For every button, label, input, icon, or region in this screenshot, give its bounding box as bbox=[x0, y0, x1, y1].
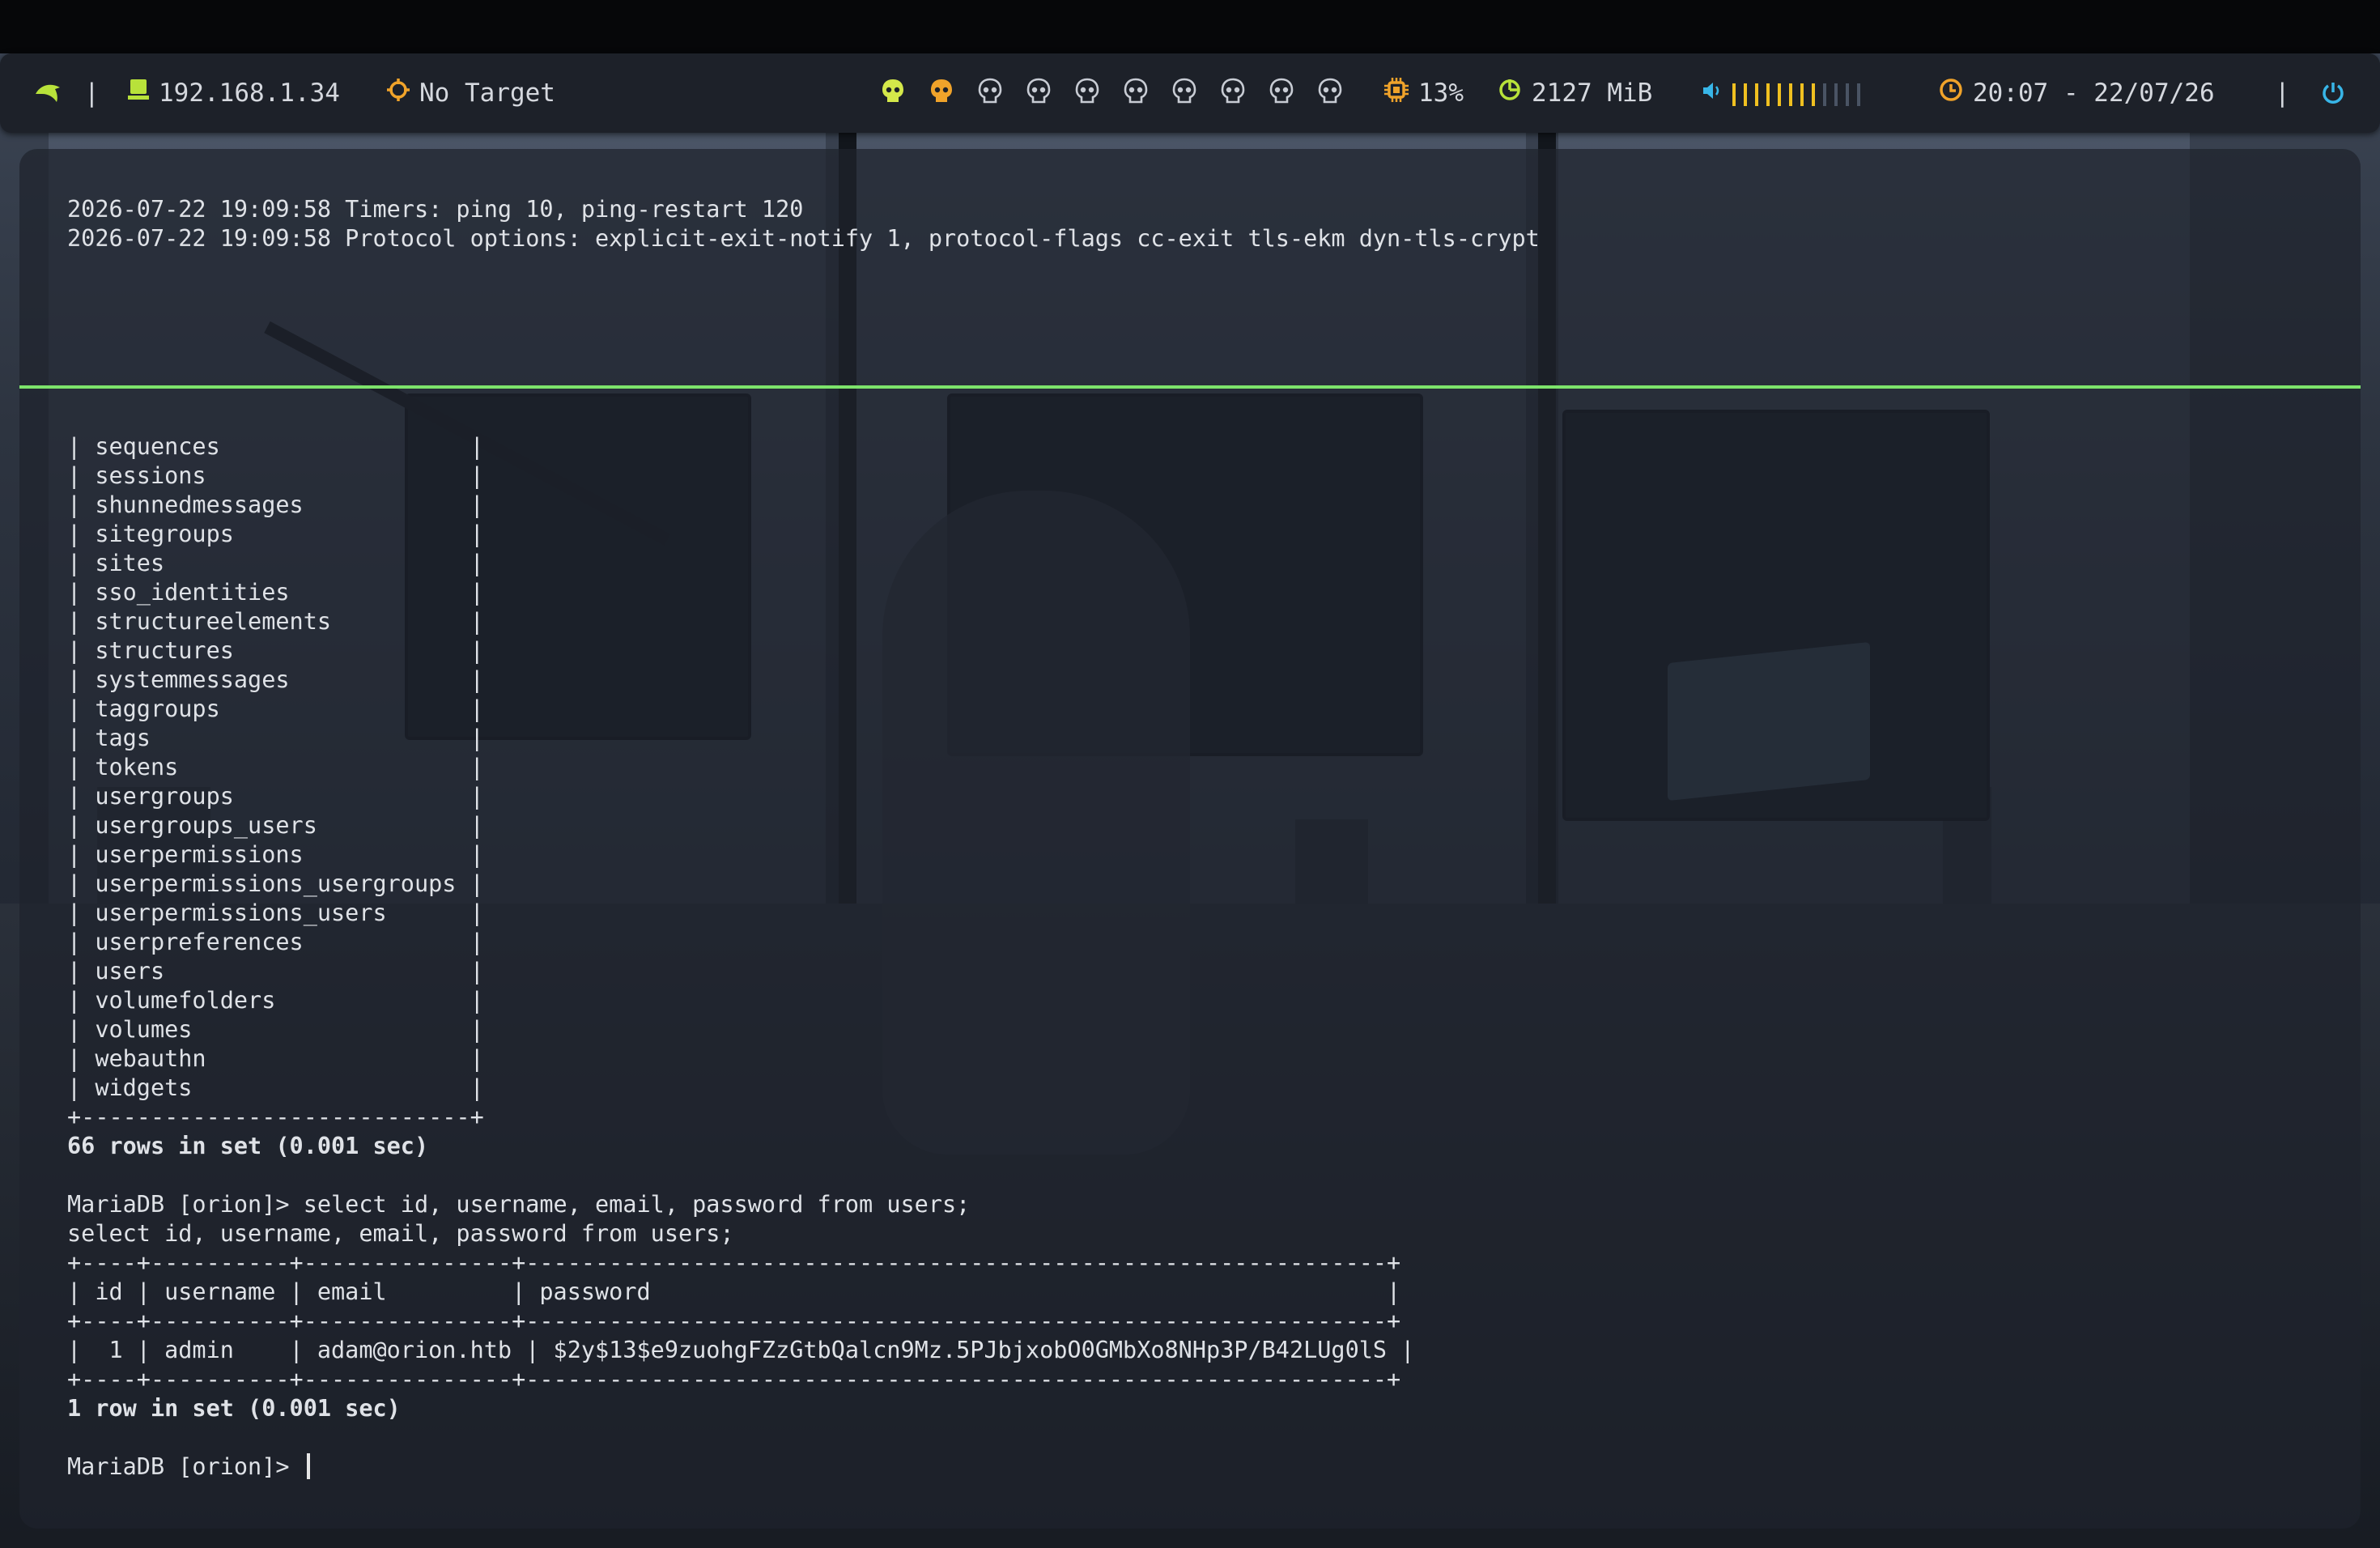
memory-pie-icon bbox=[1498, 78, 1522, 108]
terminal-line: | usergroups_users | bbox=[67, 812, 484, 839]
status-bar: | 192.168.1.34 No Target 13% 2127 MiB 20… bbox=[0, 53, 2380, 133]
launcher-icon bbox=[36, 84, 60, 102]
separator: | bbox=[84, 79, 100, 108]
cpu-widget: 13% bbox=[1384, 53, 1464, 133]
workspace-skull-icon[interactable] bbox=[929, 78, 954, 107]
terminal-line: | volumefolders | bbox=[67, 987, 484, 1014]
crosshair-icon bbox=[387, 79, 410, 108]
volume-bar-segment bbox=[1800, 83, 1804, 106]
volume-level-bars[interactable] bbox=[1732, 79, 1868, 108]
launcher-button[interactable] bbox=[32, 53, 63, 133]
vpn-log-pane[interactable]: 2026-07-22 19:09:58 Timers: ping 10, pin… bbox=[19, 149, 2361, 384]
terminal-line: +----+----------+---------------+-------… bbox=[67, 1249, 1401, 1276]
clock-datetime: 20:07 - 22/07/26 bbox=[1973, 79, 2215, 108]
clock-icon bbox=[1939, 78, 1963, 108]
power-button[interactable] bbox=[2320, 53, 2346, 133]
terminal-line: | sites | bbox=[67, 550, 484, 576]
ip-widget[interactable]: 192.168.1.34 bbox=[128, 53, 340, 133]
terminal-line: | sessions | bbox=[67, 462, 484, 489]
target-label: No Target bbox=[419, 79, 555, 108]
ip-address: 192.168.1.34 bbox=[159, 79, 340, 108]
workspace-skull-icon[interactable] bbox=[1172, 78, 1196, 107]
computer-icon bbox=[128, 78, 149, 108]
terminal-line: | taggroups | bbox=[67, 695, 484, 722]
workspace-skull-icon[interactable] bbox=[1026, 78, 1051, 107]
volume-bar-segment bbox=[1857, 83, 1860, 106]
cpu-usage: 13% bbox=[1418, 79, 1464, 108]
workspace-skull-icon[interactable] bbox=[1075, 78, 1099, 107]
volume-bar-segment bbox=[1732, 83, 1736, 106]
power-icon bbox=[2323, 83, 2344, 104]
terminal-line: 1 row in set (0.001 sec) bbox=[67, 1395, 401, 1422]
clock-widget[interactable]: 20:07 - 22/07/26 bbox=[1939, 53, 2215, 133]
terminal-line: | 1 | admin | adam@orion.htb | $2y$13$e9… bbox=[67, 1337, 1415, 1363]
volume-bar-segment bbox=[1744, 83, 1747, 106]
terminal-line: | widgets | bbox=[67, 1074, 484, 1101]
terminal-line: | shunnedmessages | bbox=[67, 491, 484, 518]
workspace-skull-icon[interactable] bbox=[881, 78, 905, 107]
terminal-line: | sitegroups | bbox=[67, 521, 484, 547]
workspace-skull-icon[interactable] bbox=[978, 78, 1002, 107]
volume-bar-segment bbox=[1834, 83, 1838, 106]
vpn-log-line: 2026-07-22 19:09:58 Protocol options: ex… bbox=[67, 225, 1540, 252]
target-widget[interactable]: No Target bbox=[387, 53, 555, 133]
workspace-skull-icon[interactable] bbox=[1221, 78, 1245, 107]
terminal-line: | structureelements | bbox=[67, 608, 484, 635]
terminal-line: | userpermissions | bbox=[67, 841, 484, 868]
volume-bar-segment bbox=[1789, 83, 1792, 106]
volume-bar-segment bbox=[1755, 83, 1758, 106]
terminal-line: | users | bbox=[67, 958, 484, 985]
volume-widget[interactable] bbox=[1702, 53, 1868, 133]
vpn-log-line: 2026-07-22 19:09:58 Timers: ping 10, pin… bbox=[67, 196, 804, 223]
terminal-line: +----+----------+---------------+-------… bbox=[67, 1366, 1401, 1393]
terminal-line: | volumes | bbox=[67, 1016, 484, 1043]
volume-bar-segment bbox=[1846, 83, 1849, 106]
terminal-line: | usergroups | bbox=[67, 783, 484, 810]
volume-bar-segment bbox=[1766, 83, 1770, 106]
volume-bar-segment bbox=[1823, 83, 1826, 106]
text-cursor bbox=[306, 1453, 310, 1479]
terminal-line: | sso_identities | bbox=[67, 579, 484, 606]
terminal-line: | tokens | bbox=[67, 754, 484, 780]
workspace-skull-icon[interactable] bbox=[1124, 78, 1148, 107]
speaker-icon bbox=[1702, 79, 1723, 108]
terminal-line: +----+----------+---------------+-------… bbox=[67, 1308, 1401, 1334]
workspace-skull-icon[interactable] bbox=[1318, 78, 1342, 107]
terminal-line: | tags | bbox=[67, 725, 484, 751]
volume-bar-segment bbox=[1778, 83, 1781, 106]
terminal-window[interactable]: 2026-07-22 19:09:58 Timers: ping 10, pin… bbox=[19, 149, 2361, 1529]
terminal-line: | userpermissions_usergroups | bbox=[67, 870, 484, 897]
terminal-line: | userpreferences | bbox=[67, 929, 484, 955]
terminal-line: | sequences | bbox=[67, 433, 484, 460]
separator: | bbox=[2275, 79, 2290, 108]
volume-bar-segment bbox=[1812, 83, 1815, 106]
memory-usage: 2127 MiB bbox=[1532, 79, 1653, 108]
memory-widget: 2127 MiB bbox=[1498, 53, 1652, 133]
pane-divider[interactable] bbox=[19, 385, 2361, 389]
workspace-skull-icon[interactable] bbox=[1269, 78, 1294, 107]
terminal-line: | userpermissions_users | bbox=[67, 899, 484, 926]
terminal-line: select id, username, email, password fro… bbox=[67, 1220, 734, 1247]
terminal-line: | systemmessages | bbox=[67, 666, 484, 693]
terminal-line: | webauthn | bbox=[67, 1045, 484, 1072]
cpu-icon bbox=[1384, 78, 1409, 108]
terminal-line: | id | username | email | password | bbox=[67, 1278, 1401, 1305]
terminal-line: MariaDB [orion]> select id, username, em… bbox=[67, 1191, 971, 1218]
terminal-line: 66 rows in set (0.001 sec) bbox=[67, 1133, 429, 1159]
terminal-line: | structures | bbox=[67, 637, 484, 664]
terminal-line: MariaDB [orion]> bbox=[67, 1452, 310, 1482]
terminal-line: +----------------------------+ bbox=[67, 1104, 484, 1130]
